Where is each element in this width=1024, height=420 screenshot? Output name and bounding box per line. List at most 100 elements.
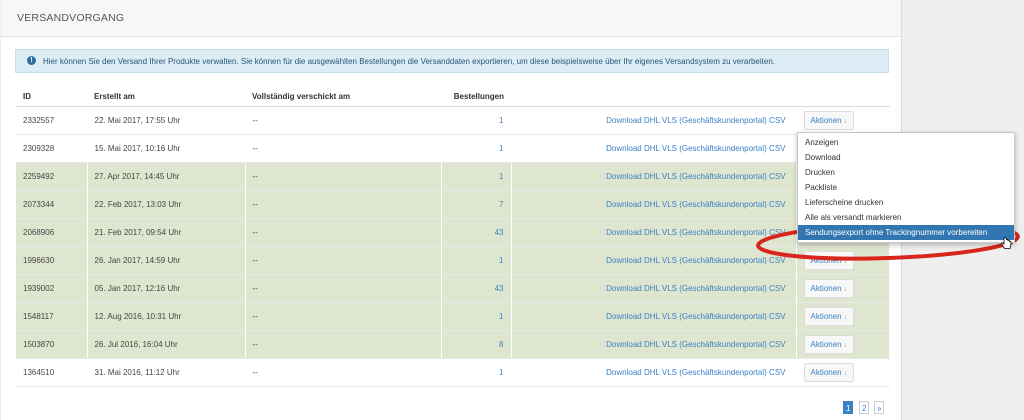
table-header-row: ID Erstellt am Vollständig verschickt am… (16, 87, 889, 107)
aktionen-label: Aktionen (810, 284, 842, 293)
caret-down-icon: ↓ (843, 342, 848, 349)
table-row[interactable]: 2259492 27. Apr 2017, 14:45 Uhr -- 1 Downloa… (16, 162, 890, 191)
row-shipped: -- (245, 330, 442, 359)
dropdown-item[interactable]: Anzeigen (798, 135, 1014, 150)
row-shipped: -- (245, 106, 442, 135)
column-header-created[interactable]: Erstellt am (87, 87, 245, 107)
column-header-id[interactable]: ID (16, 87, 87, 107)
aktionen-button[interactable]: Aktionen ↓ (803, 363, 855, 382)
caret-down-icon: ↓ (843, 286, 848, 293)
table-row[interactable]: 2309328 15. Mai 2017, 10:16 Uhr -- 1 Downloa… (16, 134, 890, 163)
aktionen-button[interactable]: Aktionen ↓ (803, 251, 855, 270)
row-actions-cell: Aktionen ↓ (796, 106, 890, 135)
table-row[interactable]: 2332557 22. Mai 2017, 17:55 Uhr -- 1 Downloa… (16, 106, 890, 135)
row-created: 05. Jan 2017, 12:16 Uhr (87, 274, 246, 303)
dropdown-item[interactable]: Drucken (798, 165, 1014, 180)
row-download-csv-link[interactable]: Download DHL VLS (Geschäftskundenportal)… (511, 190, 797, 219)
aktionen-label: Aktionen (810, 312, 842, 321)
info-text: Hier können Sie den Versand Ihrer Produk… (43, 57, 775, 66)
row-created: 31. Mai 2016, 11:12 Uhr (87, 358, 246, 387)
aktionen-label: Aktionen (810, 340, 842, 349)
caret-down-icon: ↓ (843, 258, 848, 265)
row-download-csv-link[interactable]: Download DHL VLS (Geschäftskundenportal)… (511, 302, 797, 331)
page-2-button[interactable]: 2 (859, 401, 870, 414)
column-header-shipped[interactable]: Vollständig verschickt am (245, 87, 441, 107)
row-shipped: -- (245, 134, 442, 163)
info-alert: ! Hier können Sie den Versand Ihrer Prod… (15, 49, 889, 73)
table-row[interactable]: 1939002 05. Jan 2017, 12:16 Uhr -- 43 Downlo… (16, 274, 890, 303)
row-created: 26. Jul 2016, 16:04 Uhr (87, 330, 246, 359)
row-actions-cell: Aktionen ↓ (796, 330, 890, 359)
dropdown-item[interactable]: Download (798, 150, 1014, 165)
row-actions-cell: Aktionen ↓ (796, 274, 890, 303)
dropdown-item[interactable]: Sendungsexport ohne Trackingnummer vorbe… (798, 225, 1014, 240)
dropdown-item[interactable]: Alle als versandt markieren (798, 210, 1014, 225)
row-created: 22. Feb 2017, 13:03 Uhr (87, 190, 246, 219)
column-header-download (511, 87, 796, 107)
row-id: 1548117 (16, 302, 88, 331)
row-orders-link[interactable]: 1 (441, 302, 512, 331)
info-icon: ! (27, 56, 36, 65)
dropdown-item[interactable]: Packliste (798, 180, 1014, 195)
row-download-csv-link[interactable]: Download DHL VLS (Geschäftskundenportal)… (511, 358, 797, 387)
panel-header: VERSANDVORGANG (1, 0, 901, 37)
actions-dropdown-menu: Anzeigen Download Drucken Packliste Liefersc… (797, 132, 1015, 243)
row-download-csv-link[interactable]: Download DHL VLS (Geschäftskundenportal)… (511, 106, 797, 135)
row-id: 2068906 (16, 218, 88, 247)
aktionen-button[interactable]: Aktionen ↓ (803, 335, 855, 354)
row-orders-link[interactable]: 1 (441, 358, 512, 387)
row-shipped: -- (245, 162, 442, 191)
row-id: 2073344 (16, 190, 88, 219)
column-header-actions (796, 87, 889, 107)
row-orders-link[interactable]: 43 (441, 218, 512, 247)
row-download-csv-link[interactable]: Download DHL VLS (Geschäftskundenportal)… (511, 330, 797, 359)
row-orders-link[interactable]: 1 (441, 106, 512, 135)
table-row[interactable]: 1548117 12. Aug 2016, 10:31 Uhr -- 1 Downloa… (16, 302, 890, 331)
table-row[interactable]: 1503870 26. Jul 2016, 16:04 Uhr -- 8 Downloa… (16, 330, 890, 359)
aktionen-button[interactable]: Aktionen ↓ (803, 111, 855, 130)
row-shipped: -- (245, 358, 442, 387)
row-id: 2309328 (16, 134, 88, 163)
table-row[interactable]: 1996630 26. Jan 2017, 14:59 Uhr -- 1 Downloa… (16, 246, 890, 275)
row-download-csv-link[interactable]: Download DHL VLS (Geschäftskundenportal)… (511, 274, 797, 303)
row-id: 1939002 (16, 274, 88, 303)
row-id: 1364510 (16, 358, 88, 387)
dropdown-item[interactable]: Lieferscheine drucken (798, 195, 1014, 210)
row-orders-link[interactable]: 1 (441, 162, 512, 191)
row-orders-link[interactable]: 1 (441, 134, 512, 163)
row-download-csv-link[interactable]: Download DHL VLS (Geschäftskundenportal)… (511, 134, 797, 163)
row-download-csv-link[interactable]: Download DHL VLS (Geschäftskundenportal)… (511, 218, 797, 247)
row-actions-cell: Aktionen ↓ (796, 358, 890, 387)
row-orders-link[interactable]: 1 (441, 246, 512, 275)
row-actions-cell: Aktionen ↓ (796, 246, 890, 275)
caret-down-icon: ↓ (843, 118, 848, 125)
row-created: 26. Jan 2017, 14:59 Uhr (87, 246, 246, 275)
row-created: 27. Apr 2017, 14:45 Uhr (87, 162, 246, 191)
row-id: 1503870 (16, 330, 88, 359)
next-page-button[interactable]: » (874, 401, 885, 414)
row-orders-link[interactable]: 8 (441, 330, 512, 359)
page-1-button[interactable]: 1 (843, 401, 854, 414)
aktionen-label: Aktionen (810, 368, 842, 377)
row-orders-link[interactable]: 7 (441, 190, 512, 219)
row-orders-link[interactable]: 43 (441, 274, 512, 303)
aktionen-label: Aktionen (810, 256, 842, 265)
row-created: 15. Mai 2017, 10:16 Uhr (87, 134, 246, 163)
row-shipped: -- (245, 190, 442, 219)
row-shipped: -- (245, 274, 442, 303)
aktionen-button[interactable]: Aktionen ↓ (803, 279, 855, 298)
row-created: 22. Mai 2017, 17:55 Uhr (87, 106, 246, 135)
hand-cursor-icon (1001, 237, 1012, 249)
caret-down-icon: ↓ (843, 370, 848, 377)
row-shipped: -- (245, 218, 442, 247)
row-shipped: -- (245, 246, 442, 275)
row-download-csv-link[interactable]: Download DHL VLS (Geschäftskundenportal)… (511, 162, 797, 191)
aktionen-button[interactable]: Aktionen ↓ (803, 307, 855, 326)
caret-down-icon: ↓ (843, 314, 848, 321)
table-row[interactable]: 2068906 21. Feb 2017, 09:54 Uhr -- 43 Downlo… (16, 218, 890, 247)
table-row[interactable]: 2073344 22. Feb 2017, 13:03 Uhr -- 7 Downloa… (16, 190, 890, 219)
table-row[interactable]: 1364510 31. Mai 2016, 11:12 Uhr -- 1 Downloa… (16, 358, 890, 387)
row-download-csv-link[interactable]: Download DHL VLS (Geschäftskundenportal)… (511, 246, 797, 275)
column-header-orders[interactable]: Bestellungen (441, 87, 511, 107)
row-created: 12. Aug 2016, 10:31 Uhr (87, 302, 246, 331)
